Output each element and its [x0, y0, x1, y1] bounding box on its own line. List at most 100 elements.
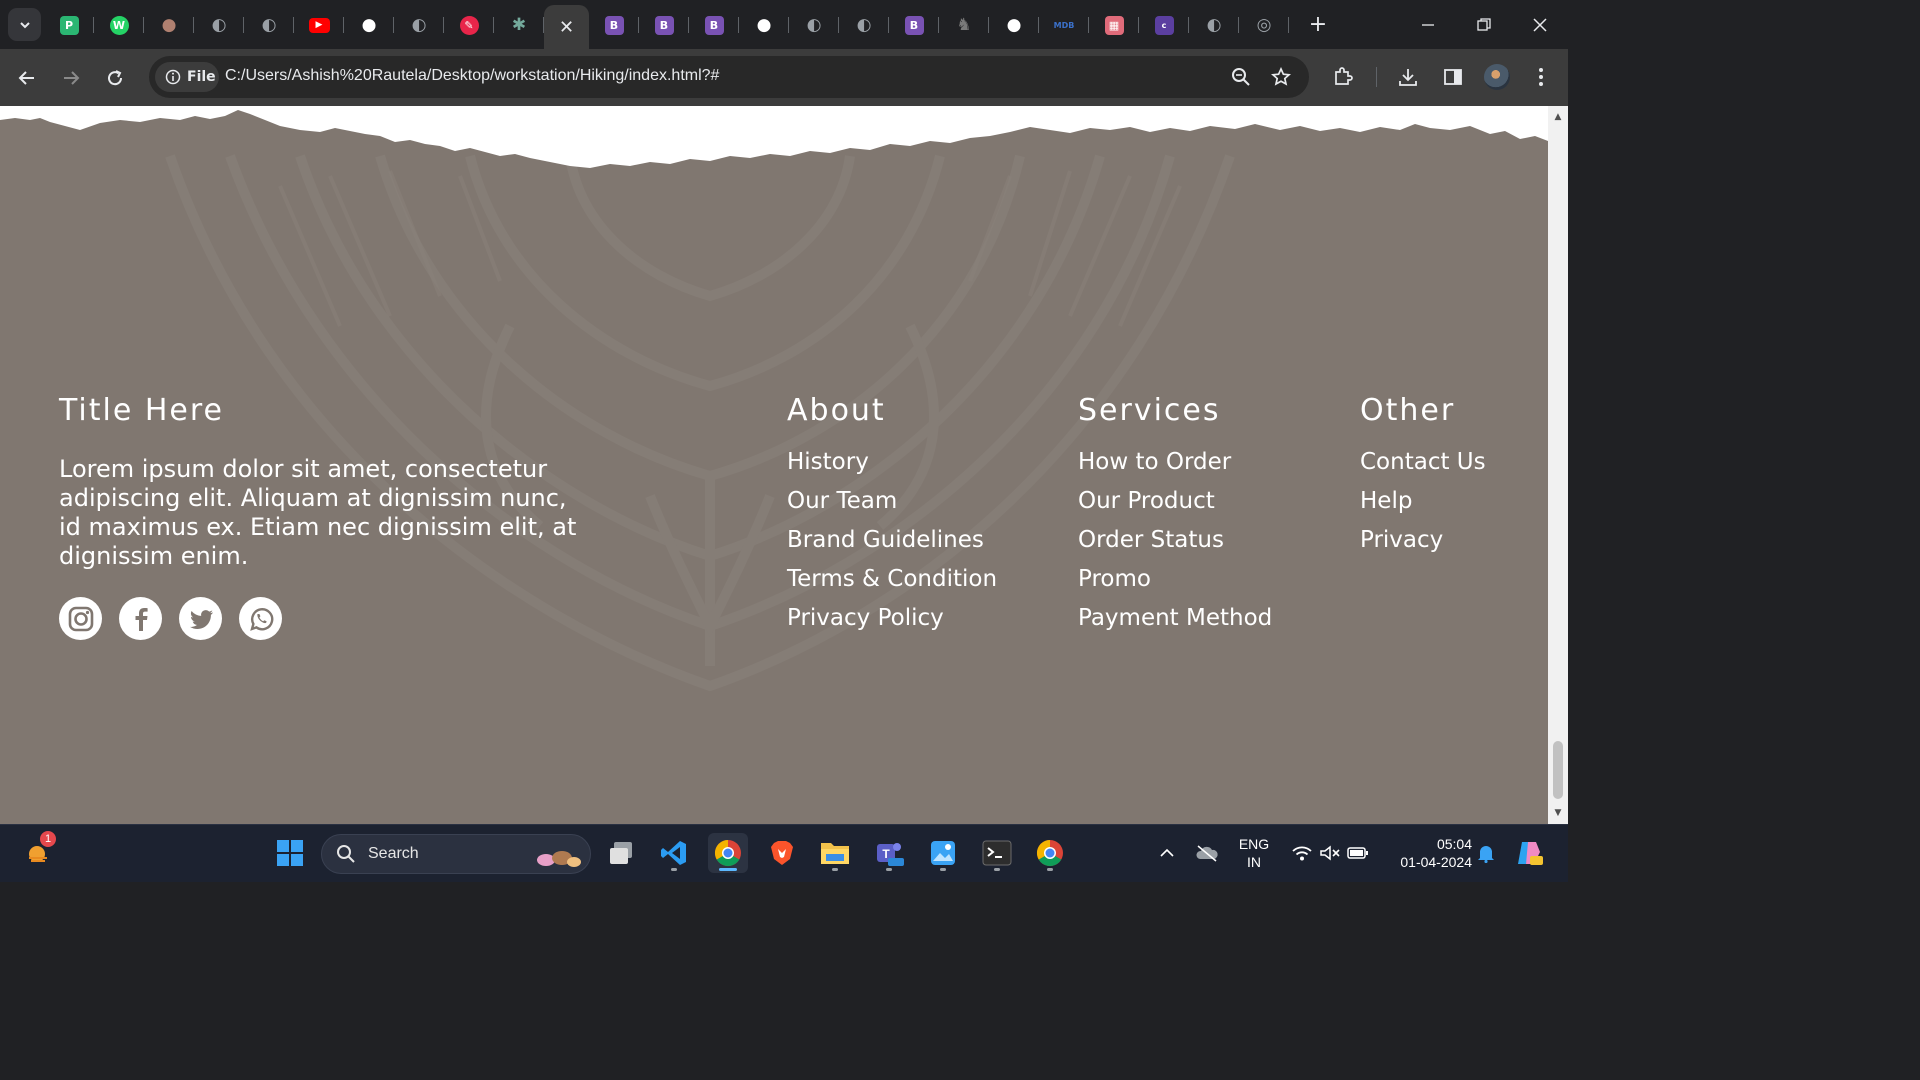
footer-link[interactable]: Terms & Condition: [787, 566, 997, 605]
clock[interactable]: 05:04 01-04-2024: [1384, 835, 1472, 871]
scroll-up-arrow[interactable]: ▲: [1553, 112, 1563, 122]
close-tab-icon[interactable]: ✕: [559, 17, 574, 38]
terminal-taskbar-button[interactable]: [977, 833, 1017, 873]
scroll-down-arrow[interactable]: ▼: [1553, 808, 1563, 818]
chrome-taskbar-button[interactable]: [708, 833, 748, 873]
footer-link[interactable]: Our Product: [1078, 488, 1272, 527]
browser-tab[interactable]: ●: [344, 5, 394, 45]
footer-link[interactable]: Brand Guidelines: [787, 527, 997, 566]
footer-link[interactable]: Order Status: [1078, 527, 1272, 566]
tab-strip: P W ● ◐ ◐ ▶ ● ◐ ✎ ✱ ✕ B B B ● ◐ ◐ B ♞ ● MDB ▦ c ◐ ◎ +: [0, 0, 1568, 49]
browser-tab[interactable]: ●: [144, 5, 194, 45]
browser-tab[interactable]: B: [689, 5, 739, 45]
restore-icon: [1477, 17, 1491, 31]
photos-taskbar-button[interactable]: [923, 833, 963, 873]
browser-tab[interactable]: ✱: [494, 5, 544, 45]
browser-tab[interactable]: ▦: [1089, 5, 1139, 45]
address-bar[interactable]: File C:/Users/Ashish%20Rautela/Desktop/w…: [149, 56, 1309, 98]
running-indicator: [940, 868, 946, 871]
browser-tab[interactable]: B: [589, 5, 639, 45]
browser-tab[interactable]: ◐: [244, 5, 294, 45]
scrollbar-thumb[interactable]: [1553, 741, 1563, 799]
forward-button[interactable]: [55, 62, 87, 94]
bookmark-button[interactable]: [1270, 66, 1292, 88]
browser-tab[interactable]: B: [639, 5, 689, 45]
file-explorer-taskbar-button[interactable]: [815, 833, 855, 873]
browser-tab[interactable]: c: [1139, 5, 1189, 45]
footer-services-links: How to Order Our Product Order Status Pr…: [1078, 449, 1272, 644]
teams-taskbar-button[interactable]: T: [869, 833, 909, 873]
arrow-left-icon: [18, 71, 34, 85]
footer-link[interactable]: Contact Us: [1360, 449, 1486, 488]
running-indicator: [671, 868, 677, 871]
footer-link[interactable]: Payment Method: [1078, 605, 1272, 644]
new-tab-button[interactable]: +: [1306, 10, 1330, 38]
profile-avatar[interactable]: [1484, 64, 1510, 90]
browser-menu-button[interactable]: [1528, 64, 1554, 90]
browser-tab[interactable]: ◐: [394, 5, 444, 45]
browser-tab[interactable]: ◐: [789, 5, 839, 45]
notifications-button[interactable]: [1472, 833, 1500, 873]
footer-link[interactable]: Privacy: [1360, 527, 1486, 566]
brave-taskbar-button[interactable]: [762, 833, 802, 873]
github-icon: ●: [1006, 15, 1022, 35]
browser-tab[interactable]: ◐: [839, 5, 889, 45]
twitter-link[interactable]: [179, 597, 222, 640]
browser-tab[interactable]: ◐: [1189, 5, 1239, 45]
language-code: ENG: [1238, 836, 1270, 852]
footer-link[interactable]: How to Order: [1078, 449, 1272, 488]
tab-search-button[interactable]: [8, 8, 41, 41]
notification-badge: 1: [40, 831, 56, 847]
copilot-button[interactable]: [1509, 833, 1549, 873]
language-indicator[interactable]: ENG IN: [1234, 835, 1274, 871]
browser-tab[interactable]: ▶: [294, 5, 344, 45]
browser-tab[interactable]: ●: [989, 5, 1039, 45]
whatsapp-link[interactable]: [239, 597, 282, 640]
globe-icon: ◐: [261, 15, 277, 35]
browser-tab[interactable]: P: [44, 5, 94, 45]
browser-tab[interactable]: ◎: [1239, 5, 1289, 45]
side-panel-button[interactable]: [1440, 64, 1466, 90]
extensions-button[interactable]: [1330, 64, 1356, 90]
close-window-button[interactable]: [1512, 0, 1568, 49]
instagram-link[interactable]: [59, 597, 102, 640]
minimize-button[interactable]: [1400, 0, 1456, 49]
browser-tab[interactable]: ♞: [939, 5, 989, 45]
zoom-button[interactable]: [1230, 66, 1252, 88]
footer-link[interactable]: Promo: [1078, 566, 1272, 605]
restore-button[interactable]: [1456, 0, 1512, 49]
active-tab[interactable]: ✕: [544, 5, 589, 49]
footer-other-links: Contact Us Help Privacy: [1360, 449, 1486, 566]
browser-tab[interactable]: ◐: [194, 5, 244, 45]
quick-settings-button[interactable]: [1285, 833, 1375, 873]
chevron-down-icon: [19, 21, 30, 28]
facebook-link[interactable]: [119, 597, 162, 640]
taskbar-search[interactable]: Search: [321, 834, 591, 874]
reload-button[interactable]: [99, 62, 131, 94]
footer-link[interactable]: Privacy Policy: [787, 605, 997, 644]
downloads-button[interactable]: [1395, 64, 1421, 90]
twitter-icon: [189, 609, 213, 629]
browser-tab[interactable]: ●: [739, 5, 789, 45]
footer-link[interactable]: History: [787, 449, 997, 488]
task-view-button[interactable]: [601, 833, 641, 873]
site-info-chip[interactable]: File: [155, 62, 219, 92]
onedrive-button[interactable]: [1190, 833, 1224, 873]
footer-link[interactable]: Our Team: [787, 488, 997, 527]
whatsapp-icon: W: [109, 15, 129, 35]
browser-tab[interactable]: ✎: [444, 5, 494, 45]
browser-tab[interactable]: B: [889, 5, 939, 45]
browser-tab[interactable]: MDB: [1039, 5, 1089, 45]
browser-tab[interactable]: W: [94, 5, 144, 45]
show-hidden-icons-button[interactable]: [1150, 833, 1184, 873]
star-icon: [1271, 67, 1291, 86]
brave-icon: [771, 841, 793, 865]
vscode-taskbar-button[interactable]: [654, 833, 694, 873]
url-text[interactable]: C:/Users/Ashish%20Rautela/Desktop/workst…: [225, 67, 719, 85]
page-scrollbar[interactable]: ▲ ▼: [1548, 106, 1568, 824]
widgets-button[interactable]: 1: [18, 831, 58, 873]
start-button[interactable]: [270, 833, 310, 873]
footer-link[interactable]: Help: [1360, 488, 1486, 527]
back-button[interactable]: [11, 62, 43, 94]
chrome-profile-taskbar-button[interactable]: [1030, 833, 1070, 873]
